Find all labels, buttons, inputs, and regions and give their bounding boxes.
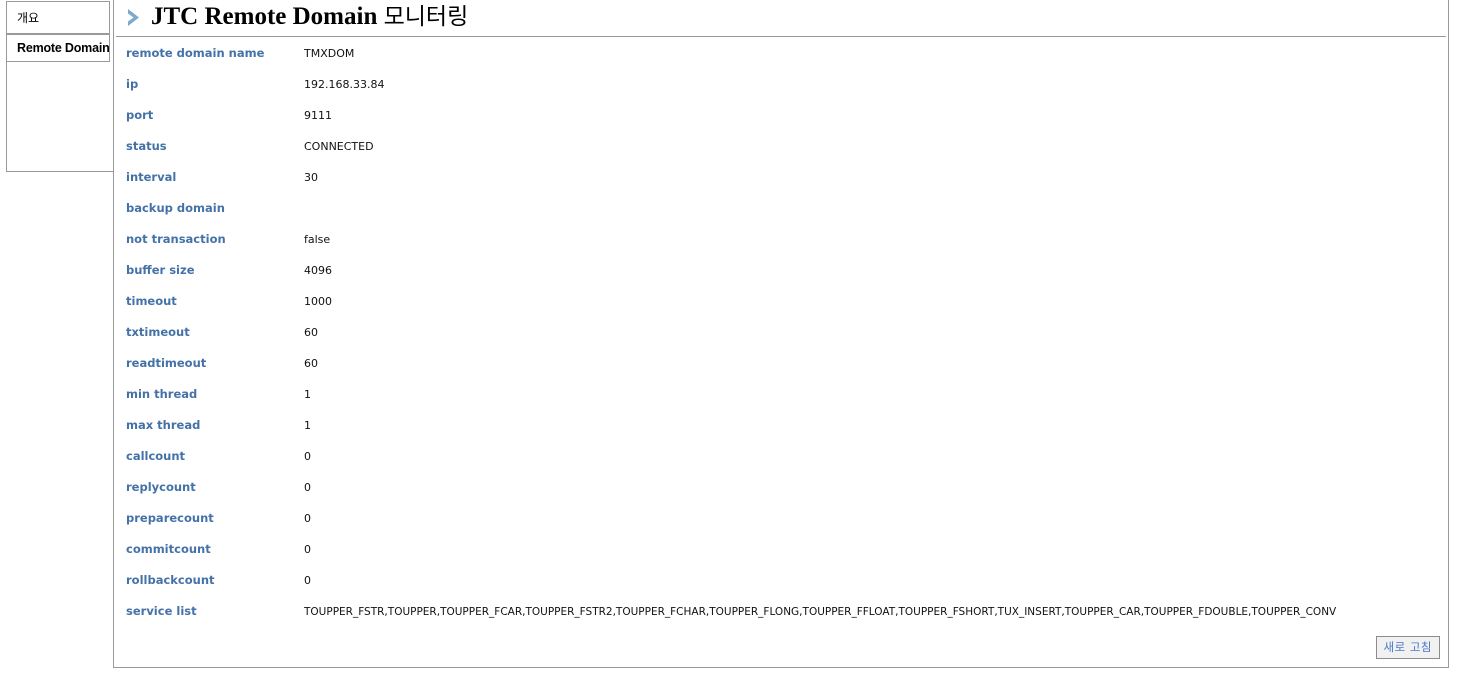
detail-value-interval: 30 <box>304 171 318 184</box>
footer-bar: 새로 고침 <box>1375 636 1440 659</box>
detail-label-not-transaction: not transaction <box>126 232 226 246</box>
detail-label-readtimeout: readtimeout <box>126 356 207 370</box>
detail-label-timeout: timeout <box>126 294 177 308</box>
detail-row: backup domain <box>114 201 1448 232</box>
detail-row: port 9111 <box>114 108 1448 139</box>
sidebar-tab-remote-domain[interactable]: Remote Domain <box>6 34 110 62</box>
detail-label-service-list: service list <box>126 604 197 618</box>
detail-value-min-thread: 1 <box>304 388 311 401</box>
detail-value-not-transaction: false <box>304 233 331 246</box>
detail-row: buffer size 4096 <box>114 263 1448 294</box>
page-header: JTC Remote Domain 모니터링 <box>116 0 1446 37</box>
detail-value-txtimeout: 60 <box>304 326 318 339</box>
detail-value-timeout: 1000 <box>304 295 332 308</box>
detail-label-status: status <box>126 139 167 153</box>
page-title-suffix: 모니터링 <box>383 4 469 30</box>
detail-label-preparecount: preparecount <box>126 511 214 525</box>
detail-row: commitcount 0 <box>114 542 1448 573</box>
detail-value-readtimeout: 60 <box>304 357 318 370</box>
detail-row: not transaction false <box>114 232 1448 263</box>
detail-row: max thread 1 <box>114 418 1448 449</box>
detail-label-min-thread: min thread <box>126 387 198 401</box>
detail-row: min thread 1 <box>114 387 1448 418</box>
sidebar-tab-remote-domain-label: Remote Domain <box>17 41 110 55</box>
sidebar-tab-overview[interactable]: 개요 <box>6 1 110 34</box>
sidebar-tab-overview-label: 개요 <box>17 11 40 25</box>
detail-label-ip: ip <box>126 77 139 91</box>
detail-label-remote-domain-name: remote domain name <box>126 46 265 60</box>
detail-row: ip 192.168.33.84 <box>114 77 1448 108</box>
detail-value-remote-domain-name: TMXDOM <box>304 47 355 60</box>
detail-row: interval 30 <box>114 170 1448 201</box>
chevron-right-icon <box>124 6 146 30</box>
detail-label-replycount: replycount <box>126 480 196 494</box>
refresh-button[interactable]: 새로 고침 <box>1375 636 1440 659</box>
detail-value-port: 9111 <box>304 109 332 122</box>
detail-label-max-thread: max thread <box>126 418 201 432</box>
detail-label-txtimeout: txtimeout <box>126 325 190 339</box>
detail-label-buffer-size: buffer size <box>126 263 195 277</box>
page-title-main: JTC Remote Domain <box>151 3 378 30</box>
detail-value-rollbackcount: 0 <box>304 574 311 587</box>
detail-row: remote domain name TMXDOM <box>114 46 1448 77</box>
page-title: JTC Remote Domain 모니터링 <box>151 4 468 32</box>
detail-label-backup-domain: backup domain <box>126 201 225 215</box>
sidebar: 개요 Remote Domain <box>0 0 114 678</box>
detail-row: readtimeout 60 <box>114 356 1448 387</box>
detail-row: callcount 0 <box>114 449 1448 480</box>
detail-value-buffer-size: 4096 <box>304 264 332 277</box>
detail-value-preparecount: 0 <box>304 512 311 525</box>
detail-row: timeout 1000 <box>114 294 1448 325</box>
detail-row: rollbackcount 0 <box>114 573 1448 604</box>
detail-value-ip: 192.168.33.84 <box>304 78 385 91</box>
detail-value-max-thread: 1 <box>304 419 311 432</box>
detail-value-replycount: 0 <box>304 481 311 494</box>
detail-row: txtimeout 60 <box>114 325 1448 356</box>
detail-value-commitcount: 0 <box>304 543 311 556</box>
detail-row: replycount 0 <box>114 480 1448 511</box>
detail-label-interval: interval <box>126 170 177 184</box>
detail-value-callcount: 0 <box>304 450 311 463</box>
detail-label-commitcount: commitcount <box>126 542 211 556</box>
detail-row: service list TOUPPER_FSTR,TOUPPER,TOUPPE… <box>114 604 1448 635</box>
content-panel: JTC Remote Domain 모니터링 remote domain nam… <box>113 0 1449 668</box>
detail-value-service-list: TOUPPER_FSTR,TOUPPER,TOUPPER_FCAR,TOUPPE… <box>304 606 1337 618</box>
remote-domain-detail-list: remote domain name TMXDOM ip 192.168.33.… <box>114 46 1448 635</box>
detail-label-callcount: callcount <box>126 449 186 463</box>
detail-value-status: CONNECTED <box>304 140 374 153</box>
detail-label-port: port <box>126 108 154 122</box>
detail-row: status CONNECTED <box>114 139 1448 170</box>
sidebar-empty-panel <box>6 62 114 172</box>
detail-row: preparecount 0 <box>114 511 1448 542</box>
detail-label-rollbackcount: rollbackcount <box>126 573 215 587</box>
